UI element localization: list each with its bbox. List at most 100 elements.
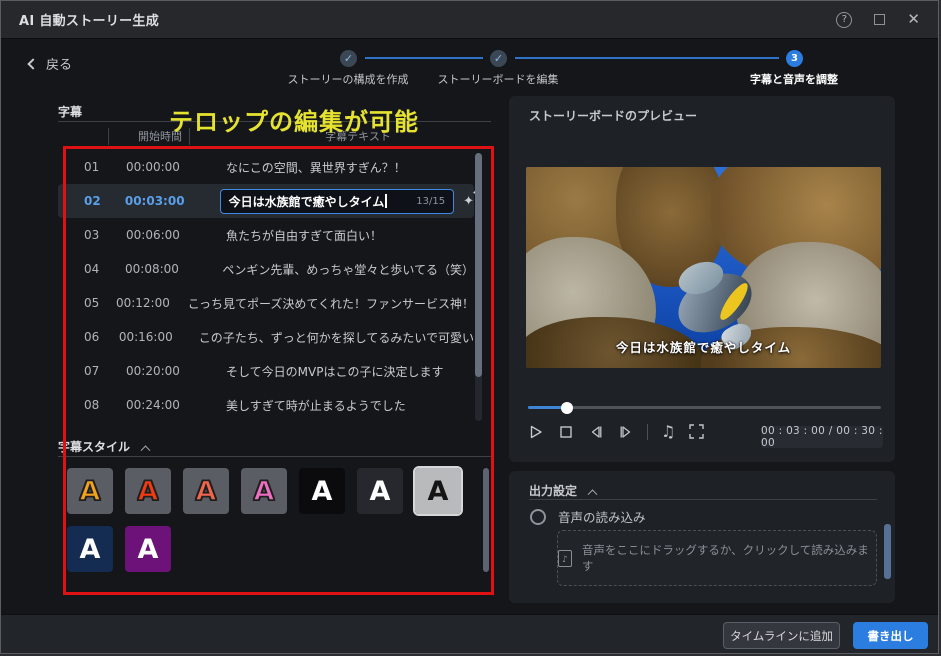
output-settings-card: 出力設定 音声の読み込み ♪ 音声をここにドラッグするか、クリックして読み込みま… xyxy=(509,471,895,603)
divider xyxy=(529,499,877,500)
output-scrollbar[interactable] xyxy=(884,524,891,579)
subtitle-text: ペンギン先輩、めっちゃ堂々と歩いてる（笑） xyxy=(222,261,474,278)
subtitle-start-time: 00:20:00 xyxy=(126,364,210,378)
subtitle-style-tile[interactable]: A xyxy=(125,468,171,514)
step2-label: ストーリーボードを編集 xyxy=(408,71,588,87)
back-button[interactable]: 戻る xyxy=(29,54,72,73)
subtitle-style-tile[interactable]: A xyxy=(67,526,113,572)
subtitle-number: 05 xyxy=(84,296,104,310)
subtitle-row[interactable]: 03 00:06:00 魚たちが自由すぎて面白い！ xyxy=(58,218,474,252)
subtitle-style-tile[interactable]: A xyxy=(357,468,403,514)
collapse-icon[interactable] xyxy=(588,489,598,499)
time-display: 00 : 03 : 00 / 00 : 30 : 00 xyxy=(761,426,883,448)
divider xyxy=(647,424,648,440)
subtitle-start-time: 00:00:00 xyxy=(126,160,210,174)
step-connector xyxy=(365,57,483,59)
subtitle-number: 06 xyxy=(84,330,107,344)
ai-sparkle-icon[interactable]: ✦✦ xyxy=(463,195,474,208)
style-letter: A xyxy=(428,478,449,505)
column-divider xyxy=(108,128,109,145)
style-letter: A xyxy=(196,478,217,505)
slider-thumb[interactable] xyxy=(561,402,573,414)
subtitle-style-tile[interactable]: A xyxy=(241,468,287,514)
audio-dropzone[interactable]: ♪ 音声をここにドラッグするか、クリックして読み込みます xyxy=(557,530,877,586)
next-frame-icon[interactable] xyxy=(617,423,634,440)
subtitle-start-time: 00:16:00 xyxy=(119,330,183,344)
maximize-icon[interactable] xyxy=(874,14,885,25)
style-letter: A xyxy=(80,478,101,505)
subtitles-section-title: 字幕 xyxy=(58,103,82,120)
step3-number-badge: 3 xyxy=(786,50,803,67)
subtitle-text: 魚たちが自由すぎて面白い！ xyxy=(226,227,382,244)
add-to-timeline-button[interactable]: タイムラインに追加 xyxy=(723,622,840,649)
subtitle-list-scrollbar[interactable] xyxy=(475,153,482,421)
scrollbar-thumb[interactable] xyxy=(475,153,482,377)
subtitle-start-time: 00:03:00 xyxy=(125,194,206,208)
subtitle-style-tile[interactable]: A xyxy=(299,468,345,514)
subtitle-row[interactable]: 0400:08:00ペンギン先輩、めっちゃ堂々と歩いてる（笑） xyxy=(58,252,474,286)
style-letter: A xyxy=(254,478,275,505)
window-title: AI 自動ストーリー生成 xyxy=(19,10,159,29)
music-icon[interactable]: ♫ xyxy=(661,424,675,440)
char-count: 13/15 xyxy=(416,196,445,207)
collapse-icon[interactable] xyxy=(141,445,151,455)
subtitle-text: こっち見てポーズ決めてくれた！ファンサービス神！ xyxy=(188,295,474,312)
subtitle-row[interactable]: 02 00:03:00 今日は水族館で癒やしタイム13/15 ✦✦ xyxy=(58,184,474,218)
styles-scrollbar[interactable] xyxy=(483,468,489,572)
style-letter: A xyxy=(312,478,333,505)
subtitle-number: 02 xyxy=(84,194,113,208)
subtitle-style-tile[interactable]: A xyxy=(415,468,461,514)
back-label: 戻る xyxy=(46,54,72,73)
play-icon[interactable] xyxy=(527,423,544,440)
step1-check-icon: ✓ xyxy=(340,50,357,67)
fullscreen-icon[interactable] xyxy=(688,423,705,440)
subtitle-row[interactable]: 0100:00:00なにこの空間、異世界すぎん？！ xyxy=(58,150,474,184)
load-audio-label: 音声の読み込み xyxy=(558,507,646,526)
load-audio-radio[interactable] xyxy=(530,509,546,525)
playback-slider[interactable] xyxy=(528,406,881,409)
subtitle-number: 03 xyxy=(84,228,114,242)
title-bar: AI 自動ストーリー生成 ? ✕ xyxy=(1,1,938,39)
help-icon[interactable]: ? xyxy=(836,12,852,28)
style-letter: A xyxy=(138,478,159,505)
dropzone-text: 音声をここにドラッグするか、クリックして読み込みます xyxy=(582,542,876,574)
back-chevron-icon xyxy=(27,58,38,69)
subtitle-text: 美しすぎて時が止まるようでした xyxy=(226,397,406,414)
subtitle-row[interactable]: 05 00:12:00 こっち見てポーズ決めてくれた！ファンサービス神！ xyxy=(58,286,474,320)
step3-label: 字幕と音声を調整 xyxy=(704,71,884,87)
subtitle-start-time: 00:06:00 xyxy=(126,228,210,242)
subtitle-style-tile[interactable]: A xyxy=(67,468,113,514)
subtitle-text: この子たち、ずっと何かを探してるみたいで可愛い xyxy=(199,329,474,346)
subtitle-text-input[interactable]: 今日は水族館で癒やしタイム13/15 xyxy=(220,189,454,214)
subtitle-style-tile[interactable]: A xyxy=(125,526,171,572)
prev-frame-icon[interactable] xyxy=(587,423,604,440)
subtitle-row[interactable]: 0700:20:00そして今日のMVPはこの子に決定します xyxy=(58,354,474,388)
stop-icon[interactable] xyxy=(557,423,574,440)
subtitle-row[interactable]: 0800:24:00美しすぎて時が止まるようでした xyxy=(58,388,474,422)
style-letter: A xyxy=(138,536,159,563)
video-preview[interactable]: 今日は水族館で癒やしタイム xyxy=(526,167,881,368)
subtitle-start-time: 00:12:00 xyxy=(116,296,172,310)
dialog-window: AI 自動ストーリー生成 ? ✕ 戻る ✓ ストーリーの構成を作成 ✓ ストーリ… xyxy=(0,0,939,654)
footer-bar: タイムラインに追加 書き出し xyxy=(1,614,938,654)
step2-check-icon: ✓ xyxy=(490,50,507,67)
video-subtitle-overlay: 今日は水族館で癒やしタイム xyxy=(526,337,881,356)
annotation-text: テロップの編集が可能 xyxy=(169,102,419,137)
subtitle-text: そして今日のMVPはこの子に決定します xyxy=(226,363,443,380)
step-connector xyxy=(515,57,779,59)
subtitle-style-grid: AAAAAAAAA xyxy=(67,468,491,572)
subtitle-start-time: 00:24:00 xyxy=(126,398,210,412)
close-icon[interactable]: ✕ xyxy=(907,12,920,27)
subtitle-number: 04 xyxy=(84,262,113,276)
export-button[interactable]: 書き出し xyxy=(853,622,928,649)
styles-section-title: 字幕スタイル xyxy=(58,438,149,455)
divider xyxy=(58,456,491,457)
subtitle-row[interactable]: 06 00:16:00 この子たち、ずっと何かを探してるみたいで可愛い xyxy=(58,320,474,354)
audio-file-icon: ♪ xyxy=(558,550,572,567)
storyboard-preview-card: ストーリーボードのプレビュー 今日は水族館で癒やしタイム ♫ xyxy=(509,96,895,462)
output-settings-title: 出力設定 xyxy=(529,482,596,499)
subtitle-list: 0100:00:00なにこの空間、異世界すぎん？！ 02 00:03:00 今日は水族… xyxy=(58,150,474,422)
subtitle-style-tile[interactable]: A xyxy=(183,468,229,514)
player-controls: ♫ xyxy=(527,423,705,440)
text-caret xyxy=(385,194,387,208)
